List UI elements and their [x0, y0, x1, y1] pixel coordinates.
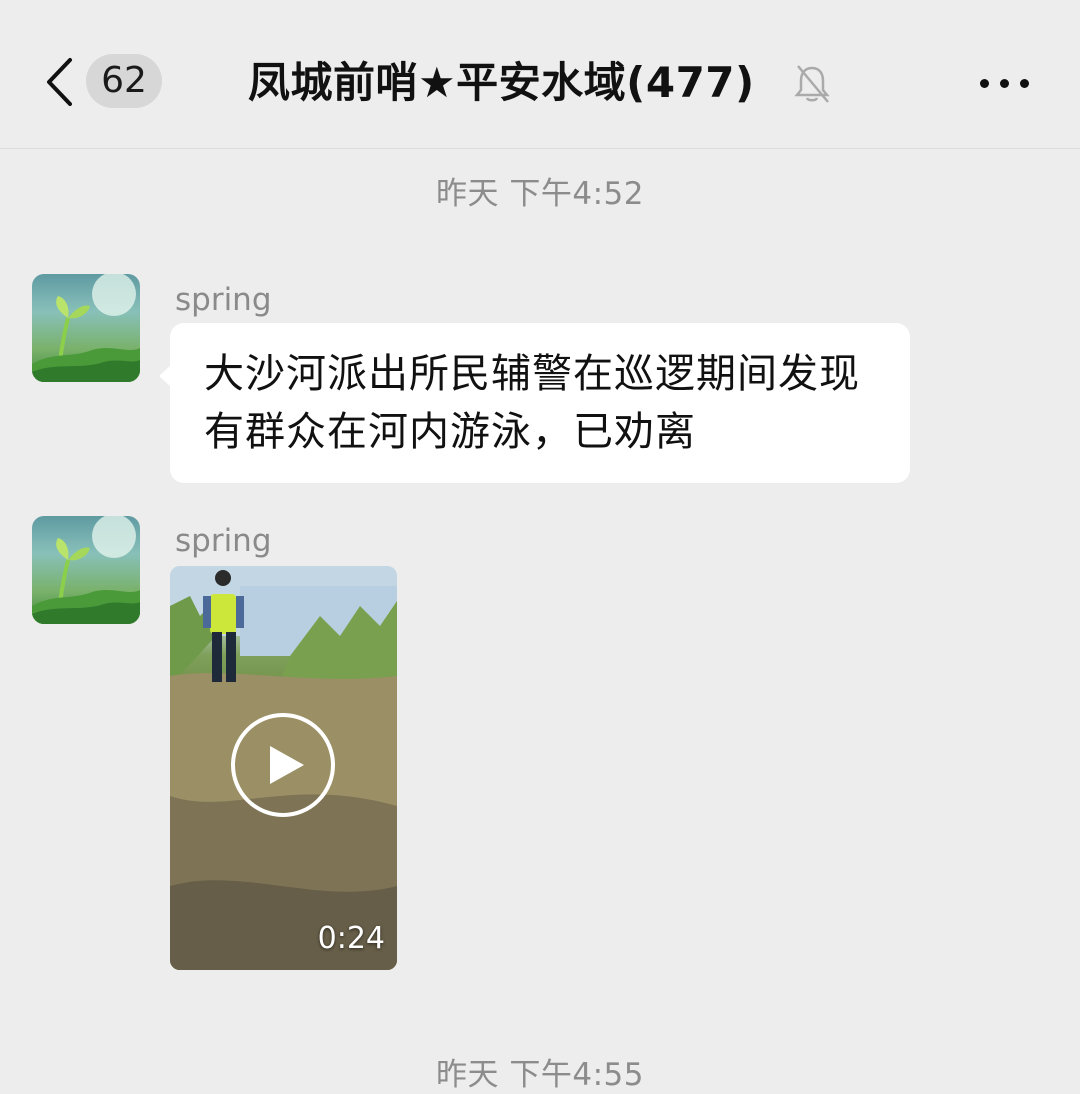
- avatar[interactable]: [32, 516, 140, 624]
- avatar[interactable]: [32, 274, 140, 382]
- chat-header: 62 凤城前哨★平安水域(477): [0, 0, 1080, 149]
- message-text: 大沙河派出所民辅警在巡逻期间发现有群众在河内游泳，已劝离: [204, 351, 860, 455]
- back-button[interactable]: 62: [36, 50, 166, 116]
- avatar-image: [32, 516, 140, 624]
- message-bubble[interactable]: 大沙河派出所民辅警在巡逻期间发现有群众在河内游泳，已劝离: [159, 323, 910, 483]
- avatar-image: [32, 274, 140, 382]
- more-dots-icon: [980, 79, 989, 88]
- more-dots-icon: [1000, 79, 1009, 88]
- message-timestamp: 昨天 下午4:55: [436, 1057, 644, 1093]
- play-icon[interactable]: [230, 712, 336, 818]
- unread-count-badge: 62: [86, 54, 162, 108]
- sender-name: spring: [175, 282, 272, 318]
- more-options-button[interactable]: [972, 60, 1034, 106]
- video-duration: 0:24: [317, 921, 385, 956]
- sender-name: spring: [175, 523, 272, 559]
- chat-title[interactable]: 凤城前哨★平安水域(477): [248, 50, 755, 116]
- message-timestamp: 昨天 下午4:52: [436, 176, 644, 212]
- more-dots-icon: [1020, 79, 1029, 88]
- video-message[interactable]: 0:24: [170, 566, 397, 970]
- bell-off-icon: [794, 65, 830, 103]
- chevron-left-icon: [47, 58, 72, 106]
